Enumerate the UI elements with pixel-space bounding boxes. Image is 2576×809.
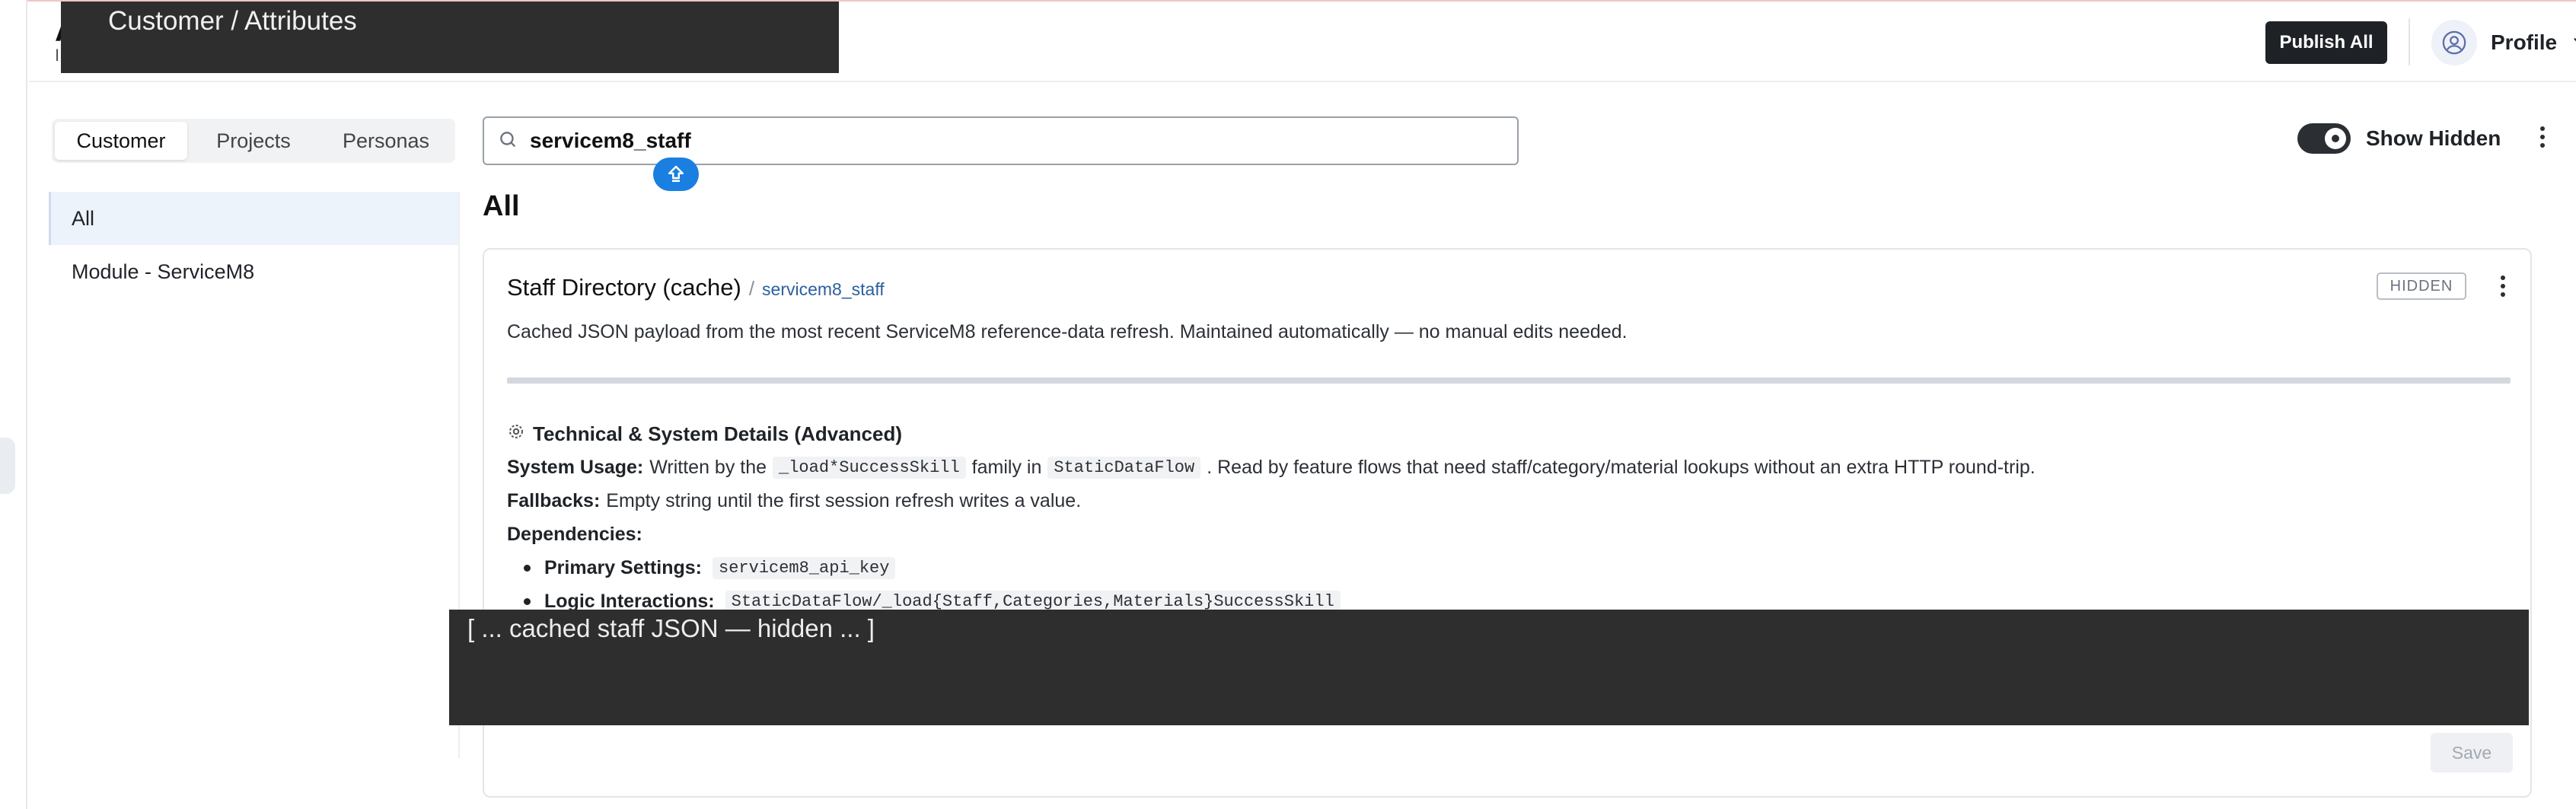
user-circle-icon xyxy=(2431,20,2477,65)
toggle-knob xyxy=(2325,128,2346,149)
publish-all-button[interactable]: Publish All xyxy=(2265,21,2387,64)
technical-details-heading: Technical & System Details (Advanced) xyxy=(507,417,2517,451)
profile-menu[interactable]: Profile xyxy=(2431,20,2576,65)
tab-personas[interactable]: Personas xyxy=(320,122,452,160)
show-hidden-toggle[interactable]: Show Hidden xyxy=(2297,123,2501,154)
section-title: All xyxy=(483,190,520,222)
gear-icon xyxy=(507,422,525,446)
technical-details: Technical & System Details (Advanced) Sy… xyxy=(507,417,2517,618)
system-usage-code-skill: _load*SuccessSkill xyxy=(773,456,966,479)
system-usage-label: System Usage: xyxy=(507,456,644,478)
redaction-label: [ ... cached staff JSON — hidden ... ] xyxy=(467,614,875,642)
show-hidden-label: Show Hidden xyxy=(2366,126,2501,150)
system-usage-line: System Usage: Written by the _load*Succe… xyxy=(507,451,2517,484)
profile-label: Profile xyxy=(2491,30,2558,54)
breadcrumb: Customer / Attributes xyxy=(108,6,357,36)
entity-tabs: Customer Projects Personas xyxy=(52,119,455,163)
value-redaction-overlay: [ ... cached staff JSON — hidden ... ] xyxy=(449,610,2529,725)
sidebar-item-module-servicem8[interactable]: Module - ServiceM8 xyxy=(49,245,458,298)
app-header: A I Customer / Attributes Publish All Pr… xyxy=(29,2,2576,82)
dependencies-line: Dependencies: xyxy=(507,518,2517,551)
hidden-badge: HIDDEN xyxy=(2377,272,2466,300)
card-description: Cached JSON payload from the most recent… xyxy=(507,321,1628,342)
primary-settings-code: servicem8_api_key xyxy=(713,556,896,579)
card-more-options-icon[interactable] xyxy=(2494,272,2512,300)
chevron-down-icon xyxy=(2571,33,2576,53)
search-box[interactable] xyxy=(483,116,1519,165)
left-rail xyxy=(0,0,27,809)
upload-badge-icon[interactable] xyxy=(653,158,699,191)
tab-customer[interactable]: Customer xyxy=(55,122,187,160)
save-button[interactable]: Save xyxy=(2431,733,2513,772)
sidebar-item-all[interactable]: All xyxy=(49,192,458,245)
card-divider xyxy=(507,377,2511,384)
header-divider xyxy=(2409,18,2410,65)
header-title-overlay: Customer / Attributes xyxy=(61,2,839,73)
fallbacks-line: Fallbacks: Empty string until the first … xyxy=(507,484,2517,518)
attribute-key: servicem8_staff xyxy=(762,279,885,299)
page-subtitle: I xyxy=(55,46,60,65)
more-options-icon[interactable] xyxy=(2533,122,2552,152)
fallbacks-text: Empty string until the first session ref… xyxy=(606,489,1082,511)
toggle-switch[interactable] xyxy=(2297,123,2351,154)
fallbacks-label: Fallbacks: xyxy=(507,489,601,511)
search-icon xyxy=(498,129,518,153)
sidebar: All Module - ServiceM8 xyxy=(49,192,460,758)
technical-details-title: Technical & System Details (Advanced) xyxy=(533,422,903,445)
primary-settings-label: Primary Settings: xyxy=(544,556,703,578)
system-usage-mid: family in xyxy=(971,456,1042,478)
card-title: Staff Directory (cache) xyxy=(507,274,741,301)
card-title-separator: / xyxy=(748,277,755,300)
system-usage-post: . Read by feature flows that need staff/… xyxy=(1207,456,2036,478)
system-usage-code-flow: StaticDataFlow xyxy=(1047,456,1201,479)
dependencies-label: Dependencies: xyxy=(507,523,642,545)
card-title-row: Staff Directory (cache) / servicem8_staf… xyxy=(507,274,885,301)
rail-collapse-tab[interactable] xyxy=(0,438,15,494)
tab-projects[interactable]: Projects xyxy=(187,122,320,160)
system-usage-pre: Written by the xyxy=(649,456,767,478)
search-input[interactable] xyxy=(530,129,1443,153)
primary-settings-item: Primary Settings: servicem8_api_key xyxy=(507,551,2517,584)
